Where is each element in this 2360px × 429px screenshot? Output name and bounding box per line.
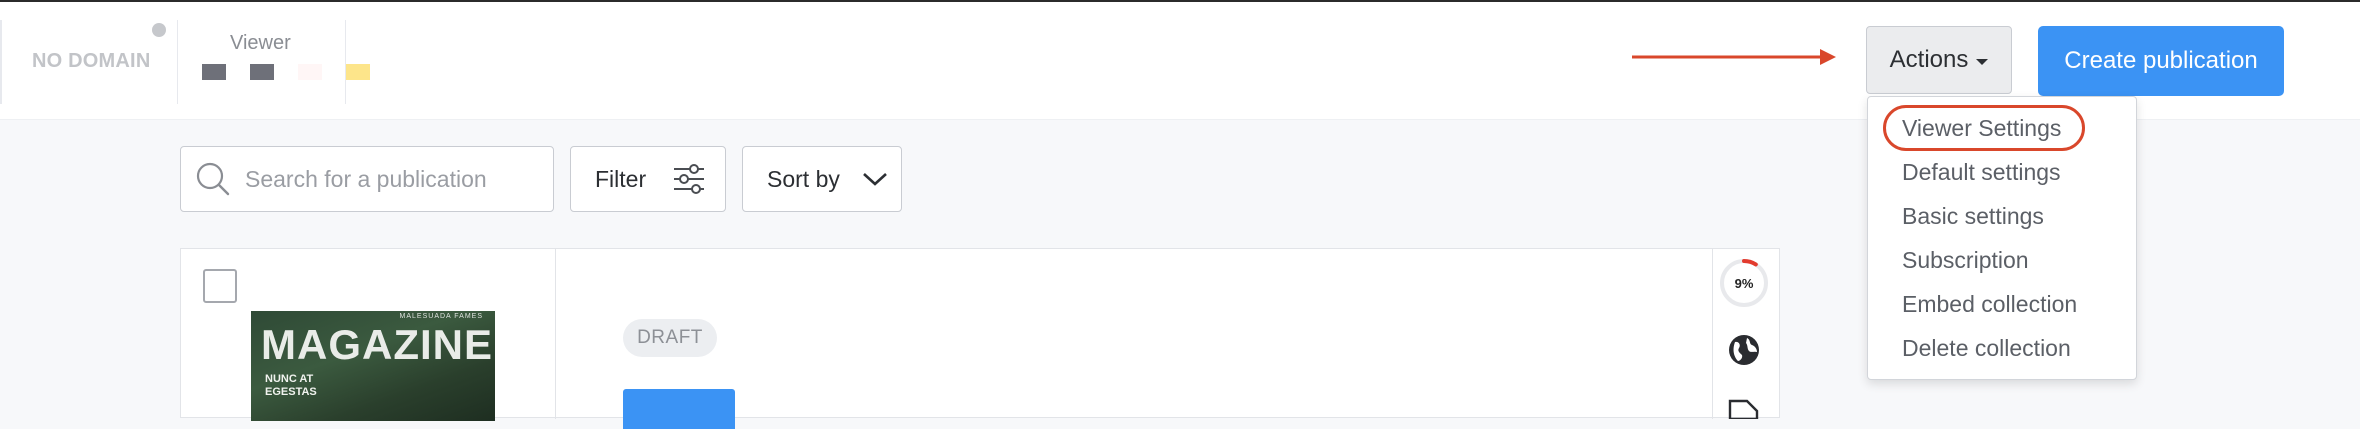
- cover-small-text: MALESUADA FAMES: [399, 313, 483, 320]
- select-checkbox[interactable]: [203, 269, 237, 303]
- create-publication-button[interactable]: Create publication: [2038, 26, 2284, 96]
- status-badge: DRAFT: [623, 319, 717, 357]
- progress-percentage: 9%: [1734, 275, 1754, 291]
- search-box[interactable]: [180, 146, 554, 212]
- search-input[interactable]: [245, 165, 545, 193]
- open-button[interactable]: [623, 389, 735, 429]
- divider: [1712, 249, 1713, 419]
- actions-dropdown-menu: Viewer Settings Default settings Basic s…: [1867, 96, 2137, 380]
- menu-item-subscription[interactable]: Subscription: [1902, 247, 2029, 274]
- sort-by-button[interactable]: Sort by: [742, 146, 902, 212]
- viewer-theme-selector[interactable]: Viewer: [180, 20, 370, 104]
- viewer-label: Viewer: [230, 32, 291, 54]
- domain-selector[interactable]: NO DOMAIN: [0, 20, 178, 104]
- menu-item-viewer-settings[interactable]: Viewer Settings: [1902, 115, 2061, 142]
- divider: [555, 249, 556, 419]
- chevron-down-icon: [863, 173, 887, 186]
- actions-button[interactable]: Actions: [1866, 26, 2012, 94]
- viewer-swatch: [250, 64, 274, 80]
- filter-button[interactable]: Filter: [570, 146, 726, 212]
- actions-label: Actions: [1889, 46, 1969, 73]
- viewer-swatch: [202, 64, 226, 80]
- cover-title: MAGAZINE: [261, 321, 493, 368]
- domain-label: NO DOMAIN: [32, 50, 151, 72]
- publication-cover[interactable]: MALESUADA FAMES MAGAZINE NUNC AT EGESTAS: [251, 311, 495, 421]
- annotation-arrow-icon: [1632, 49, 1836, 65]
- publication-card: MALESUADA FAMES MAGAZINE NUNC AT EGESTAS…: [180, 248, 1780, 429]
- search-icon: [196, 162, 230, 196]
- status-dot: [152, 23, 166, 37]
- caret-down-icon: [1976, 58, 1989, 65]
- cover-subtitle: NUNC AT EGESTAS: [265, 373, 317, 398]
- viewer-swatch: [346, 64, 370, 80]
- sliders-icon: [674, 164, 705, 194]
- menu-item-basic-settings[interactable]: Basic settings: [1902, 203, 2044, 230]
- viewer-swatch: [298, 64, 322, 80]
- menu-item-embed-collection[interactable]: Embed collection: [1902, 291, 2077, 318]
- viewer-swatches: [202, 64, 370, 80]
- sort-label: Sort by: [767, 165, 840, 192]
- menu-item-delete-collection[interactable]: Delete collection: [1902, 335, 2071, 362]
- globe-icon[interactable]: [1727, 333, 1761, 367]
- filter-label: Filter: [595, 165, 647, 192]
- tag-icon[interactable]: [1727, 397, 1761, 419]
- menu-item-default-settings[interactable]: Default settings: [1902, 159, 2061, 186]
